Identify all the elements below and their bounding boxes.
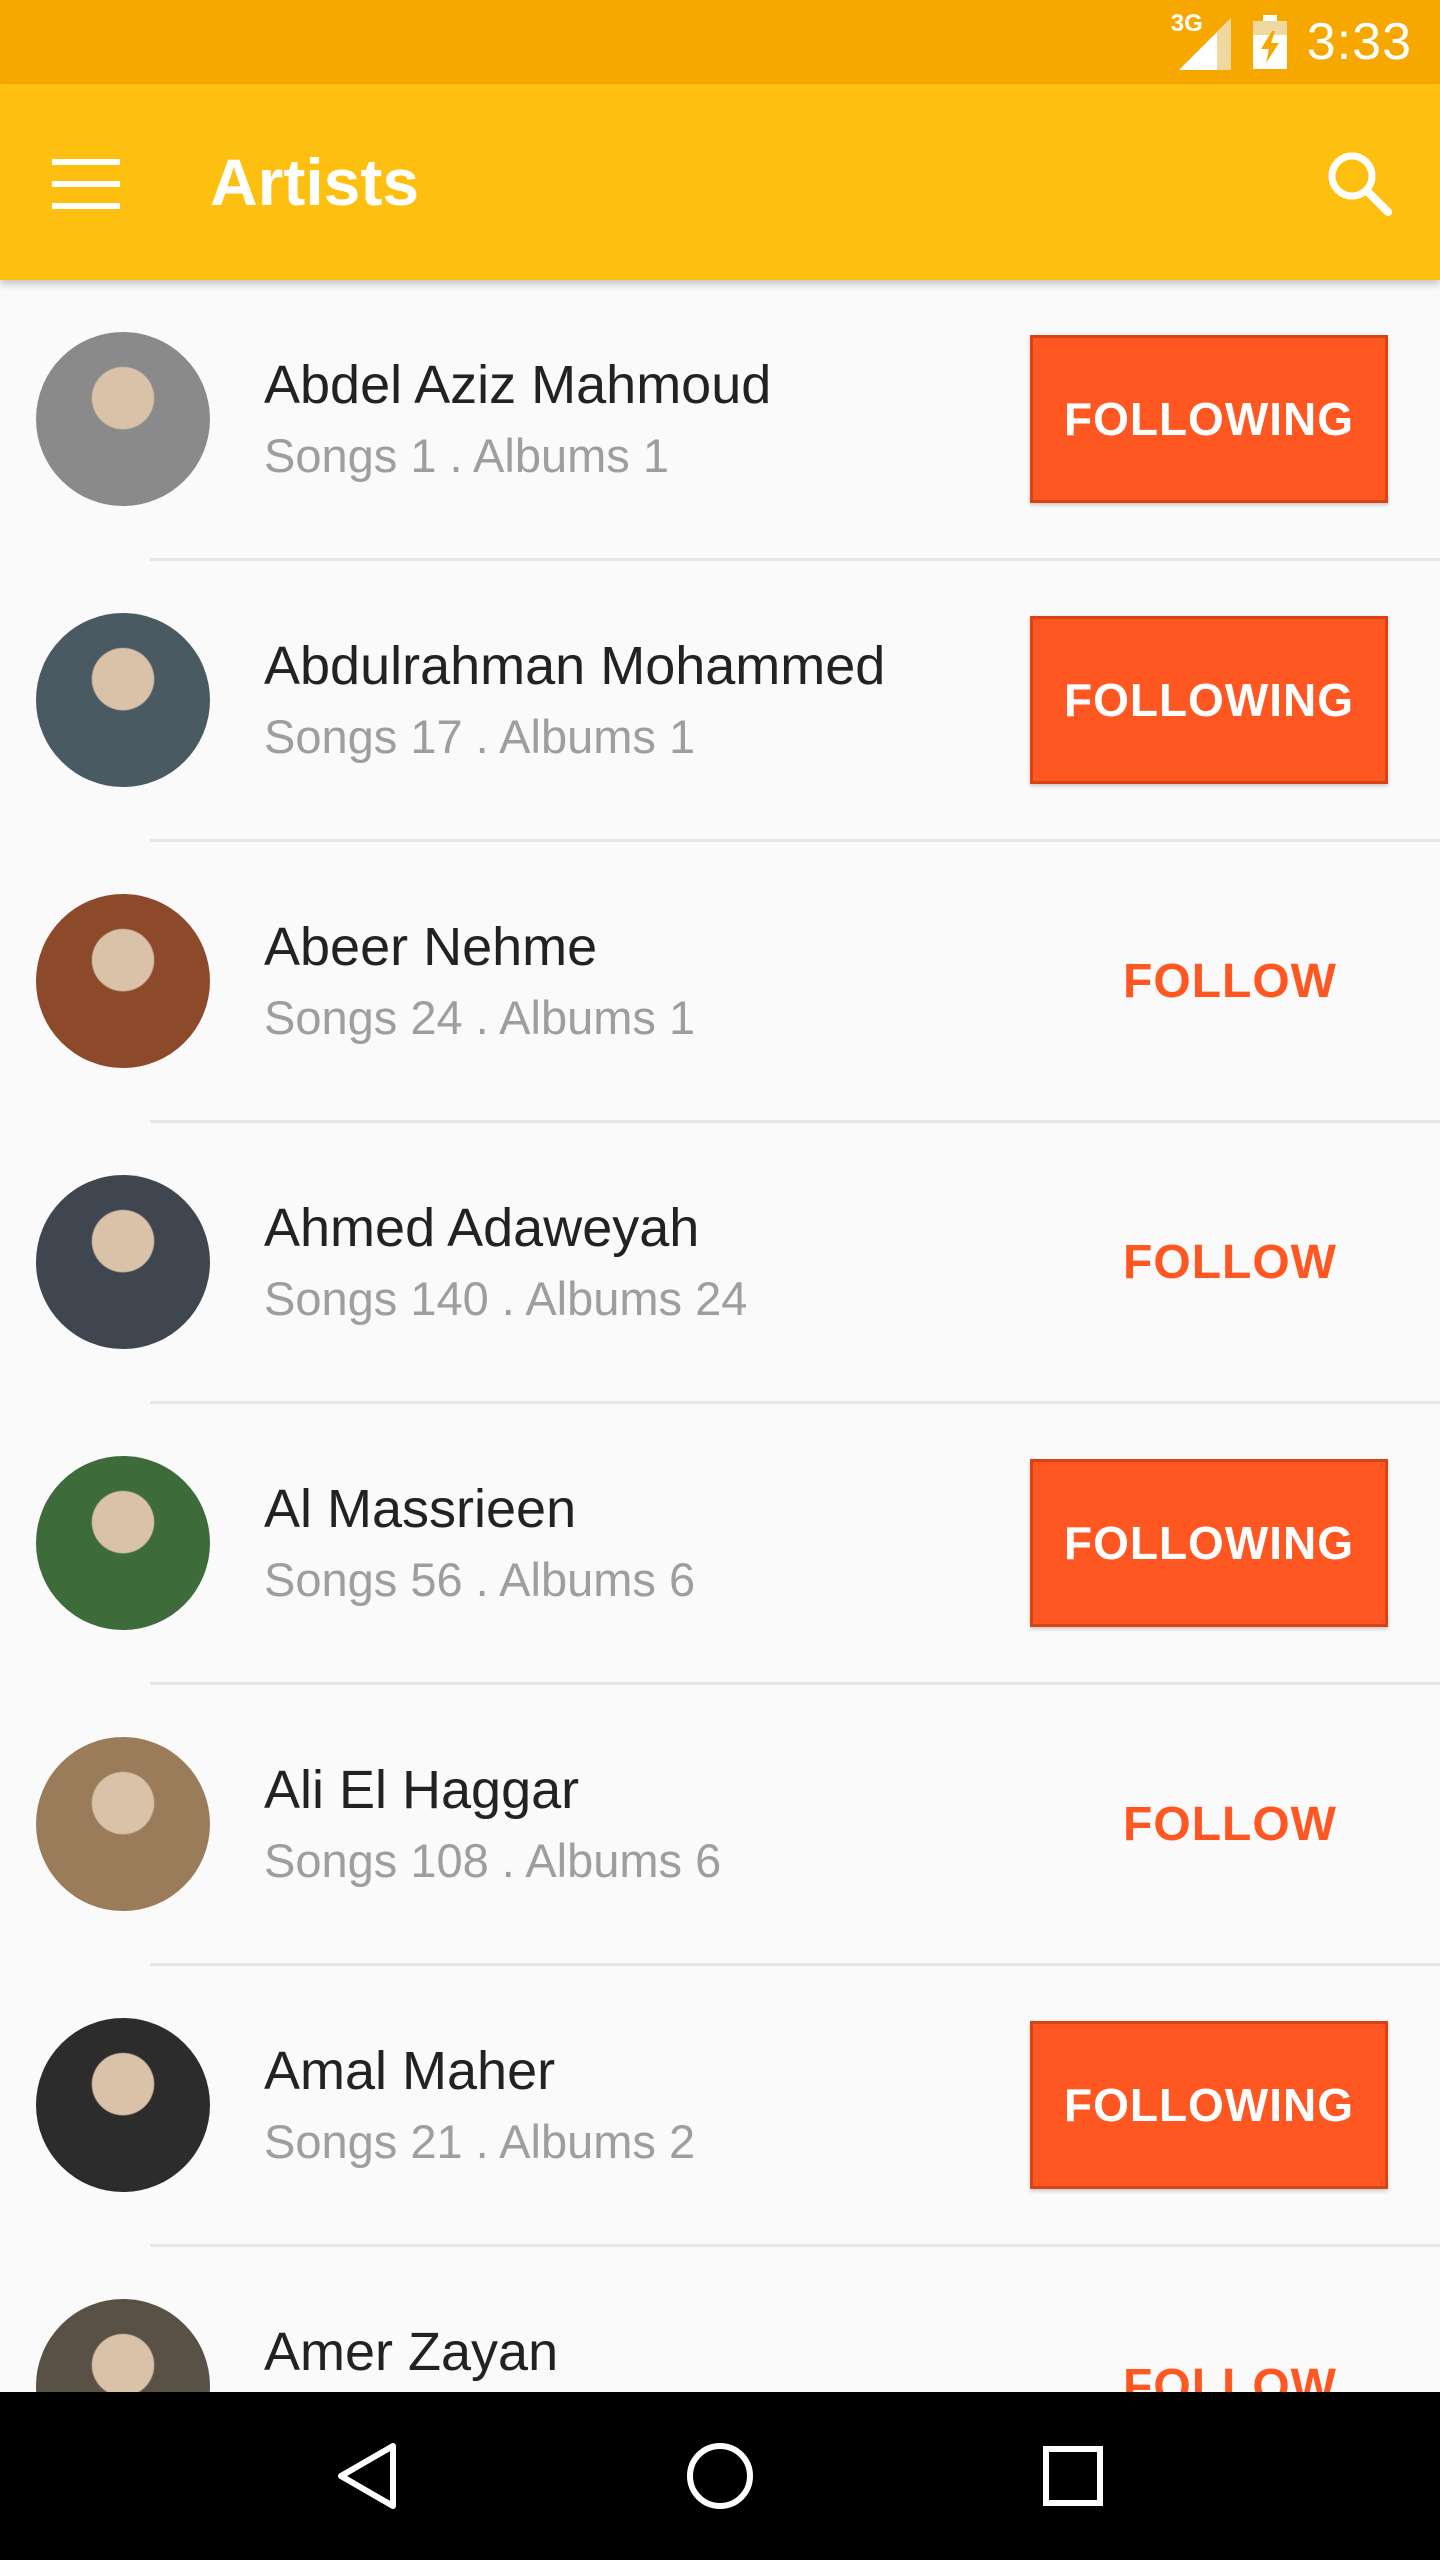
page-title: Artists	[210, 145, 420, 219]
artist-avatar	[36, 1456, 210, 1630]
status-icons: 3G 3:33	[1170, 0, 1412, 84]
artist-name: Amer Zayan	[264, 2322, 559, 2382]
artist-stats: Songs 17 . Albums 1	[264, 710, 696, 763]
artist-name: Abdulrahman Mohammed	[264, 636, 886, 696]
artist-avatar	[36, 1737, 210, 1911]
following-button[interactable]: FOLLOWING	[1030, 1459, 1388, 1627]
artist-avatar	[36, 332, 210, 506]
artist-row[interactable]: Amer Zayan FOLLOW	[0, 2247, 1440, 2392]
back-icon	[337, 2443, 396, 2509]
navigation-bar	[0, 2392, 1440, 2560]
artist-stats: Songs 1 . Albums 1	[264, 429, 669, 482]
status-bar: 3G 3:33	[0, 0, 1440, 84]
artist-avatar	[36, 2018, 210, 2192]
follow-button[interactable]: FOLLOW	[1090, 1178, 1370, 1346]
artist-avatar	[36, 1175, 210, 1349]
clock: 3:33	[1306, 13, 1412, 71]
artist-name: Ali El Haggar	[264, 1760, 580, 1820]
artist-name: Ahmed Adaweyah	[264, 1198, 700, 1258]
app-bar: Artists	[0, 84, 1440, 280]
recents-button[interactable]	[1013, 2416, 1133, 2536]
following-button[interactable]: FOLLOWING	[1030, 335, 1388, 503]
follow-button[interactable]: FOLLOW	[1090, 897, 1370, 1065]
artist-stats: Songs 108 . Albums 6	[264, 1834, 722, 1887]
menu-button[interactable]	[44, 142, 128, 226]
artist-avatar	[36, 2299, 210, 2392]
artist-name: Al Massrieen	[264, 1479, 577, 1539]
follow-button[interactable]: FOLLOW	[1090, 2302, 1370, 2393]
artist-stats: Songs 140 . Albums 24	[264, 1272, 748, 1325]
artist-row[interactable]: Ahmed Adaweyah Songs 140 . Albums 24 FOL…	[0, 1123, 1440, 1404]
recents-icon	[1043, 2446, 1104, 2506]
home-icon	[686, 2443, 753, 2509]
following-button[interactable]: FOLLOWING	[1030, 2021, 1388, 2189]
signal-icon: 3G	[1170, 10, 1233, 72]
search-icon	[1328, 152, 1392, 216]
artist-row[interactable]: Al Massrieen Songs 56 . Albums 6 FOLLOWI…	[0, 1404, 1440, 1685]
battery-charging-icon	[1252, 15, 1287, 69]
artist-avatar	[36, 894, 210, 1068]
artist-row[interactable]: Abeer Nehme Songs 24 . Albums 1 FOLLOW	[0, 842, 1440, 1123]
network-type: 3G	[1170, 10, 1203, 37]
artist-row[interactable]: Abdel Aziz Mahmoud Songs 1 . Albums 1 FO…	[0, 280, 1440, 561]
artist-name: Amal Maher	[264, 2041, 556, 2101]
following-button[interactable]: FOLLOWING	[1030, 616, 1388, 784]
search-button[interactable]	[1314, 138, 1404, 228]
artist-stats: Songs 24 . Albums 1	[264, 991, 696, 1044]
artist-list[interactable]: Abdel Aziz Mahmoud Songs 1 . Albums 1 FO…	[0, 280, 1440, 2392]
follow-button[interactable]: FOLLOW	[1090, 1740, 1370, 1908]
artist-stats: Songs 21 . Albums 2	[264, 2115, 696, 2168]
home-button[interactable]	[660, 2416, 780, 2536]
menu-icon	[52, 159, 120, 209]
artist-row[interactable]: Ali El Haggar Songs 108 . Albums 6 FOLLO…	[0, 1685, 1440, 1966]
back-button[interactable]	[307, 2416, 427, 2536]
artist-row[interactable]: Amal Maher Songs 21 . Albums 2 FOLLOWING	[0, 1966, 1440, 2247]
artist-name: Abdel Aziz Mahmoud	[264, 355, 772, 415]
artist-avatar	[36, 613, 210, 787]
artist-name: Abeer Nehme	[264, 917, 598, 977]
artist-row[interactable]: Abdulrahman Mohammed Songs 17 . Albums 1…	[0, 561, 1440, 842]
artist-stats: Songs 56 . Albums 6	[264, 1553, 696, 1606]
